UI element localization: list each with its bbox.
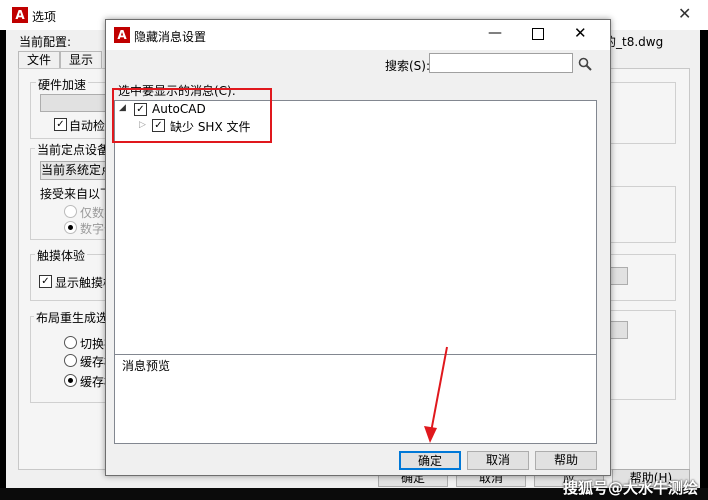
minimize-icon[interactable]: —: [488, 25, 502, 41]
auto-check-checkbox[interactable]: ✓: [54, 118, 67, 131]
autocad-logo-icon: A: [12, 7, 28, 23]
layout-radio-1[interactable]: [64, 336, 77, 349]
autocad-logo-icon: A: [114, 27, 130, 43]
right-group-2: [608, 186, 676, 243]
left-border: [0, 30, 6, 500]
hardware-group-title: 硬件加速: [36, 76, 89, 93]
watermark-text: 搜狐号@大水牛测绘: [563, 479, 699, 497]
dialog-cancel-label: 取消: [485, 453, 510, 467]
graphics-performance-button[interactable]: [40, 94, 106, 112]
pointing-device-value: 当前系统定点: [41, 163, 108, 177]
pointing-group-title: 当前定点设备: [35, 141, 112, 158]
pointing-device-dropdown[interactable]: 当前系统定点: [40, 161, 108, 180]
right-group-3: [608, 254, 676, 301]
drawing-name: 的_t8.dwg: [604, 35, 664, 49]
dialog-ok-label: 确定: [417, 454, 442, 468]
search-label: 搜索(S):: [385, 59, 431, 73]
dialog-help-label: 帮助: [553, 453, 578, 467]
layout-radio-3[interactable]: [64, 374, 77, 387]
right-group-1: [608, 82, 676, 144]
dialog-titlebar: A 隐藏消息设置 — ✕: [106, 20, 610, 50]
current-profile-label: 当前配置:: [19, 35, 72, 49]
tab-files-label: 文件: [26, 53, 51, 67]
annotation-highlight-box: [112, 88, 272, 143]
radio-digitizer-mouse[interactable]: [64, 221, 77, 234]
layout-radio-2[interactable]: [64, 354, 77, 367]
touch-group-title: 触摸体验: [35, 247, 88, 264]
message-preview-box: [114, 354, 597, 444]
close-icon[interactable]: ✕: [678, 4, 691, 23]
accept-input-label: 接受来自以下: [40, 187, 113, 201]
right-group-4: [608, 310, 676, 400]
search-input[interactable]: [429, 53, 573, 73]
tab-files[interactable]: 文件: [18, 51, 60, 69]
dialog-close-icon[interactable]: ✕: [574, 24, 587, 42]
radio-digitizer-only[interactable]: [64, 205, 77, 218]
auto-check-label: 自动检: [69, 119, 106, 133]
dialog-ok-button[interactable]: 确定: [399, 451, 461, 470]
message-preview-label: 消息预览: [120, 357, 173, 374]
search-icon[interactable]: [578, 57, 592, 71]
touch-mode-checkbox[interactable]: ✓: [39, 275, 52, 288]
tab-display[interactable]: 显示: [60, 51, 102, 69]
right-border: [700, 30, 708, 500]
tab-display-label: 显示: [68, 53, 93, 67]
dialog-title: 隐藏消息设置: [134, 30, 207, 44]
dialog-cancel-button[interactable]: 取消: [467, 451, 529, 470]
dialog-help-button[interactable]: 帮助: [535, 451, 597, 470]
options-title: 选项: [32, 10, 57, 24]
maximize-icon[interactable]: [532, 28, 544, 40]
